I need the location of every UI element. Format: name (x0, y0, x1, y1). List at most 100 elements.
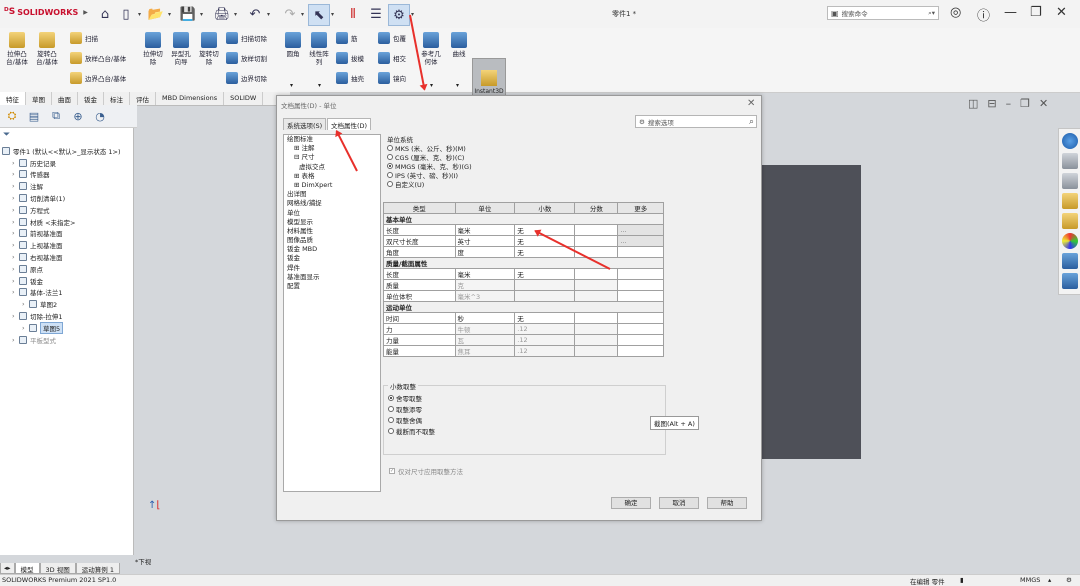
tab-model[interactable]: 模型 (14, 563, 40, 574)
table-cell-decimal[interactable]: .12 (514, 323, 576, 335)
expand-arrow-icon[interactable]: › (12, 288, 16, 296)
select-cursor-icon[interactable]: ⬉ (308, 4, 330, 26)
redo-dropdown-icon[interactable]: ▾ (301, 11, 304, 18)
table-cell-fraction[interactable] (574, 290, 619, 302)
fillet-button[interactable]: 圆角 (282, 32, 304, 58)
minimize-icon[interactable]: — (1004, 5, 1017, 20)
solidworks-logo[interactable]: ᴰS SOLIDWORKS ▶ (4, 7, 88, 17)
radio-option[interactable]: 自定义(U) (387, 179, 472, 189)
tab-sketch[interactable]: 草图 (26, 92, 52, 105)
table-cell-unit[interactable]: 英寸 (454, 235, 516, 247)
extruded-cut-button[interactable]: 拉伸切 除 (140, 32, 166, 66)
radio-button[interactable] (387, 180, 393, 187)
tree-item[interactable]: › 注解 (2, 180, 132, 192)
category-item[interactable]: ⊞ 注解 (284, 144, 380, 153)
display-manager-icon[interactable]: ◔ (92, 108, 108, 124)
radio-button[interactable] (387, 153, 393, 160)
dialog-close-icon[interactable]: ✕ (747, 98, 755, 109)
gfx-restore-icon[interactable]: ❐ (1020, 97, 1030, 110)
checkbox-box[interactable]: ✓ (389, 468, 395, 474)
revolved-cut-button[interactable]: 旋转切 除 (196, 32, 222, 66)
file-explorer-icon[interactable] (1062, 193, 1078, 209)
apply-rounding-checkbox[interactable]: ✓ 仅对尺寸应用取整方法 (389, 466, 463, 476)
tab-evaluate[interactable]: 评估 (130, 92, 156, 105)
tab-sheet-metal[interactable]: 钣金 (78, 92, 104, 105)
radio-option[interactable]: 截断而不取整 (388, 425, 435, 436)
tab-system-options[interactable]: 系统选项(S) (283, 118, 327, 130)
category-item[interactable]: 出详图 (284, 190, 380, 199)
table-cell-decimal[interactable] (514, 279, 576, 291)
design-library-icon[interactable] (1062, 173, 1078, 189)
solidworks-resources-icon[interactable] (1062, 133, 1078, 149)
open-folder-icon[interactable]: 📂 (146, 4, 166, 24)
expand-arrow-icon[interactable]: › (12, 265, 16, 273)
table-cell-unit[interactable]: 秒 (454, 312, 516, 324)
category-item[interactable]: 虚拟交点 (284, 163, 380, 172)
rebuild-traffic-light-icon[interactable]: ⦀ (343, 4, 363, 24)
table-cell-fraction[interactable] (574, 235, 619, 247)
custom-properties-icon[interactable] (1062, 253, 1078, 269)
help-button[interactable]: 帮助 (707, 497, 747, 509)
close-icon[interactable]: ✕ (1056, 5, 1067, 20)
new-dropdown-icon[interactable]: ▾ (138, 11, 141, 18)
search-icon[interactable]: ⌕▾ (928, 9, 935, 18)
category-item[interactable]: 绘图标准 (284, 135, 380, 144)
tree-item[interactable]: › 基体-法兰1 (2, 287, 132, 299)
filter-icon[interactable]: ⏷ (3, 130, 10, 140)
table-cell-decimal[interactable]: 无 (514, 312, 576, 324)
expand-arrow-icon[interactable]: › (12, 241, 16, 249)
expand-arrow-icon[interactable]: › (12, 218, 16, 226)
loft-boss-button[interactable]: 放样凸台/基体 (70, 52, 126, 64)
gfx-close-icon[interactable]: ✕ (1039, 97, 1048, 110)
tab-3d-views[interactable]: 3D 视图 (39, 563, 76, 574)
undo-dropdown-icon[interactable]: ▾ (267, 11, 270, 18)
user-account-icon[interactable]: ◎ (950, 5, 961, 20)
home-icon[interactable]: ⌂ (95, 4, 115, 24)
table-cell-fraction[interactable] (574, 224, 619, 236)
tree-item[interactable]: › 前视基准面 (2, 228, 132, 240)
options-search-input[interactable]: ⚙ 搜索选项 ⌕ (635, 115, 757, 128)
expand-arrow-icon[interactable]: › (12, 277, 16, 285)
tree-item[interactable]: › 右视基准面 (2, 251, 132, 263)
tree-item[interactable]: › 历史记录 (2, 157, 132, 169)
table-cell-fraction[interactable] (574, 323, 619, 335)
file-properties-icon[interactable]: ☰ (366, 4, 386, 24)
expand-arrow-icon[interactable]: › (22, 324, 26, 332)
radio-button[interactable] (388, 394, 394, 401)
units-status[interactable]: MMGS (1020, 576, 1040, 584)
search-icon[interactable]: ⌕ (749, 117, 754, 127)
split-vertical-icon[interactable]: ◫ (968, 97, 978, 110)
category-item[interactable]: 图像品质 (284, 236, 380, 245)
design-library-home-icon[interactable] (1062, 153, 1078, 169)
category-item[interactable]: 网格线/捕捉 (284, 199, 380, 208)
category-item[interactable]: 基准面显示 (284, 273, 380, 282)
curves-dropdown-icon[interactable]: ▾ (456, 82, 459, 89)
tab-solidworks-addins[interactable]: SOLIDW (224, 92, 264, 105)
boundary-cut-button[interactable]: 边界切除 (226, 72, 267, 84)
table-cell-unit[interactable]: 焦耳 (454, 345, 516, 357)
expand-arrow-icon[interactable]: › (12, 312, 16, 320)
expand-arrow-icon[interactable]: › (12, 336, 16, 344)
radio-option[interactable]: 取整添零 (388, 403, 435, 414)
curves-button[interactable]: 曲线 (448, 32, 470, 58)
category-item[interactable]: 模型显示 (284, 218, 380, 227)
table-cell-fraction[interactable] (574, 334, 619, 346)
options-gear-icon[interactable]: ⚙ (388, 4, 410, 26)
lofted-cut-button[interactable]: 放样切割 (226, 52, 267, 64)
tree-item[interactable]: › 方程式 (2, 204, 132, 216)
table-cell-unit[interactable]: 毫米^3 (454, 290, 516, 302)
table-cell-unit[interactable]: 瓦 (454, 334, 516, 346)
tree-item[interactable]: 零件1 (默认<<默认>_显示状态 1>) (2, 145, 132, 157)
command-search-input[interactable]: ▣ 搜索命令 ⌕▾ (827, 6, 939, 20)
tab-nav-arrows[interactable]: ◂▸ (0, 563, 15, 574)
table-cell-unit[interactable]: 度 (454, 246, 516, 258)
help-icon[interactable]: ⓘ (977, 5, 990, 24)
reference-geometry-button[interactable]: 参考几 何体 (418, 32, 444, 66)
tab-mbd-dimensions[interactable]: MBD Dimensions (156, 92, 225, 105)
table-cell-unit[interactable]: 牛顿 (454, 323, 516, 335)
category-item[interactable]: 材料属性 (284, 227, 380, 236)
rib-button[interactable]: 筋 (336, 32, 358, 44)
table-cell-decimal[interactable]: .12 (514, 334, 576, 346)
tree-item[interactable]: › 切削清单(1) (2, 192, 132, 204)
expand-arrow-icon[interactable]: › (12, 159, 16, 167)
